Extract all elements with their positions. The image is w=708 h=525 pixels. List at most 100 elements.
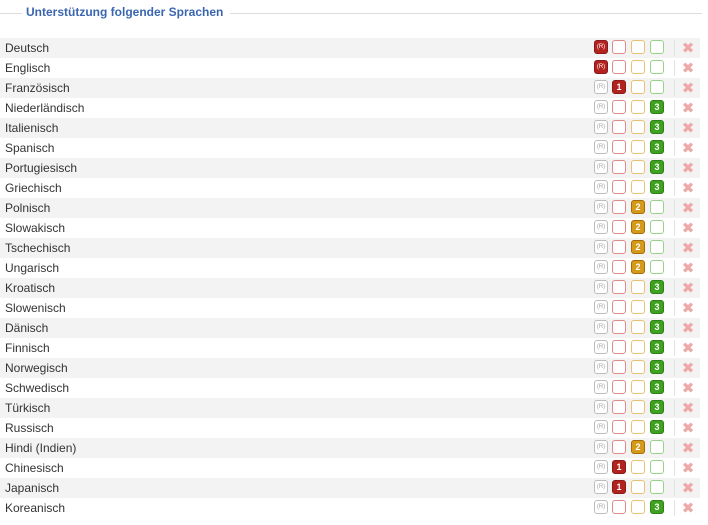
level-native-box[interactable]: (R) [594, 180, 608, 194]
level-1-box[interactable] [612, 360, 626, 374]
delete-icon[interactable]: ✖ [681, 401, 695, 416]
level-3-box[interactable] [650, 40, 664, 54]
level-native-box[interactable]: (R) [594, 500, 608, 514]
level-1-box[interactable] [612, 100, 626, 114]
level-1-box[interactable] [612, 180, 626, 194]
level-native-box[interactable]: (R) [594, 440, 608, 454]
level-3-box[interactable]: 3 [650, 140, 664, 154]
delete-icon[interactable]: ✖ [681, 481, 695, 496]
delete-icon[interactable]: ✖ [681, 281, 695, 296]
delete-icon[interactable]: ✖ [681, 421, 695, 436]
level-native-box[interactable]: (R) [594, 480, 608, 494]
level-2-box[interactable] [631, 420, 645, 434]
level-3-box[interactable] [650, 60, 664, 74]
delete-icon[interactable]: ✖ [681, 301, 695, 316]
delete-icon[interactable]: ✖ [681, 241, 695, 256]
level-native-box[interactable]: (R) [594, 360, 608, 374]
level-2-box[interactable] [631, 480, 645, 494]
delete-icon[interactable]: ✖ [681, 221, 695, 236]
level-1-box[interactable] [612, 400, 626, 414]
level-3-box[interactable] [650, 240, 664, 254]
level-native-box[interactable]: (R) [594, 320, 608, 334]
level-native-box[interactable]: (R) [594, 260, 608, 274]
level-1-box[interactable] [612, 140, 626, 154]
level-1-box[interactable] [612, 500, 626, 514]
level-1-box[interactable] [612, 300, 626, 314]
level-2-box[interactable] [631, 300, 645, 314]
delete-icon[interactable]: ✖ [681, 461, 695, 476]
level-2-box[interactable]: 2 [631, 240, 645, 254]
level-native-box[interactable]: (R) [594, 300, 608, 314]
level-3-box[interactable]: 3 [650, 500, 664, 514]
level-1-box[interactable] [612, 380, 626, 394]
level-3-box[interactable] [650, 220, 664, 234]
level-3-box[interactable]: 3 [650, 400, 664, 414]
delete-icon[interactable]: ✖ [681, 441, 695, 456]
level-3-box[interactable]: 3 [650, 420, 664, 434]
level-2-box[interactable] [631, 360, 645, 374]
level-native-box[interactable]: (R) [594, 200, 608, 214]
level-2-box[interactable]: 2 [631, 440, 645, 454]
level-native-box[interactable]: (R) [594, 280, 608, 294]
level-native-box[interactable]: (R) [594, 380, 608, 394]
level-3-box[interactable]: 3 [650, 300, 664, 314]
delete-icon[interactable]: ✖ [681, 81, 695, 96]
level-3-box[interactable]: 3 [650, 320, 664, 334]
level-1-box[interactable] [612, 320, 626, 334]
level-native-box[interactable]: (R) [594, 220, 608, 234]
level-2-box[interactable] [631, 180, 645, 194]
level-native-box[interactable]: (R) [594, 240, 608, 254]
level-3-box[interactable] [650, 260, 664, 274]
level-2-box[interactable] [631, 80, 645, 94]
delete-icon[interactable]: ✖ [681, 181, 695, 196]
delete-icon[interactable]: ✖ [681, 381, 695, 396]
level-native-box[interactable]: (R) [594, 400, 608, 414]
level-2-box[interactable] [631, 500, 645, 514]
level-1-box[interactable] [612, 240, 626, 254]
level-2-box[interactable] [631, 140, 645, 154]
level-1-box[interactable] [612, 280, 626, 294]
level-2-box[interactable] [631, 40, 645, 54]
level-native-box[interactable]: (R) [594, 60, 608, 74]
level-3-box[interactable]: 3 [650, 360, 664, 374]
level-native-box[interactable]: (R) [594, 160, 608, 174]
level-native-box[interactable]: (R) [594, 120, 608, 134]
level-3-box[interactable]: 3 [650, 180, 664, 194]
level-2-box[interactable] [631, 160, 645, 174]
level-2-box[interactable]: 2 [631, 220, 645, 234]
level-3-box[interactable]: 3 [650, 280, 664, 294]
level-3-box[interactable]: 3 [650, 380, 664, 394]
level-3-box[interactable]: 3 [650, 340, 664, 354]
level-2-box[interactable]: 2 [631, 200, 645, 214]
level-native-box[interactable]: (R) [594, 80, 608, 94]
level-1-box[interactable] [612, 120, 626, 134]
level-3-box[interactable]: 3 [650, 100, 664, 114]
level-3-box[interactable] [650, 200, 664, 214]
level-2-box[interactable] [631, 320, 645, 334]
delete-icon[interactable]: ✖ [681, 41, 695, 56]
delete-icon[interactable]: ✖ [681, 101, 695, 116]
level-native-box[interactable]: (R) [594, 140, 608, 154]
level-2-box[interactable] [631, 400, 645, 414]
level-1-box[interactable] [612, 220, 626, 234]
level-1-box[interactable] [612, 260, 626, 274]
level-native-box[interactable]: (R) [594, 40, 608, 54]
delete-icon[interactable]: ✖ [681, 501, 695, 516]
delete-icon[interactable]: ✖ [681, 201, 695, 216]
level-1-box[interactable] [612, 60, 626, 74]
level-2-box[interactable] [631, 340, 645, 354]
delete-icon[interactable]: ✖ [681, 141, 695, 156]
level-3-box[interactable] [650, 80, 664, 94]
delete-icon[interactable]: ✖ [681, 121, 695, 136]
level-native-box[interactable]: (R) [594, 420, 608, 434]
level-2-box[interactable] [631, 280, 645, 294]
level-1-box[interactable]: 1 [612, 80, 626, 94]
level-2-box[interactable]: 2 [631, 260, 645, 274]
level-1-box[interactable] [612, 160, 626, 174]
level-1-box[interactable]: 1 [612, 460, 626, 474]
level-2-box[interactable] [631, 460, 645, 474]
level-native-box[interactable]: (R) [594, 460, 608, 474]
delete-icon[interactable]: ✖ [681, 61, 695, 76]
level-native-box[interactable]: (R) [594, 340, 608, 354]
level-2-box[interactable] [631, 380, 645, 394]
